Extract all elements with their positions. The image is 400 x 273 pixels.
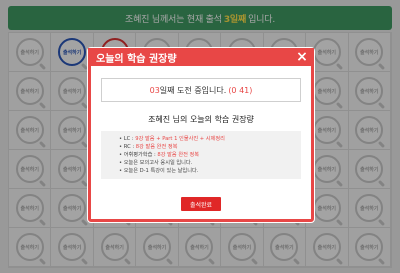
challenge-status: 03 일째 도전 중입니다. (0 41) — [101, 78, 301, 102]
modal-header: 오늘의 학습 권장량 × — [88, 48, 314, 66]
recommendation-title: 조혜진 님의 오늘의 학습 권장량 — [148, 115, 254, 124]
challenge-day: 03 — [149, 85, 160, 95]
recommendation-list: • LC : 9강 발음 + Part 1 인물사진 + 시제정리 • RC :… — [101, 131, 301, 179]
list-item: • 어휘평가학습 : 8강 발음 완전 정복 — [119, 152, 200, 158]
list-item: • 오늘은 모의고사 응시일 입니다. — [119, 160, 193, 166]
list-item: • RC : 8강 발음 완전 정복 — [119, 144, 178, 150]
close-icon[interactable]: × — [294, 49, 310, 65]
challenge-text: 일째 도전 중입니다. — [159, 85, 227, 95]
challenge-progress: (0 41) — [228, 85, 253, 95]
study-recommendation-modal: 오늘의 학습 권장량 × 03 일째 도전 중입니다. (0 41) 조혜진 님… — [88, 48, 314, 222]
list-item: • 오늘은 D-1 특강이 있는 날입니다. — [119, 168, 199, 174]
list-item: • LC : 9강 발음 + Part 1 인물사진 + 시제정리 — [119, 136, 225, 142]
modal-title: 오늘의 학습 권장량 — [96, 53, 177, 65]
attendance-complete-button[interactable]: 출석완료 — [181, 197, 221, 211]
